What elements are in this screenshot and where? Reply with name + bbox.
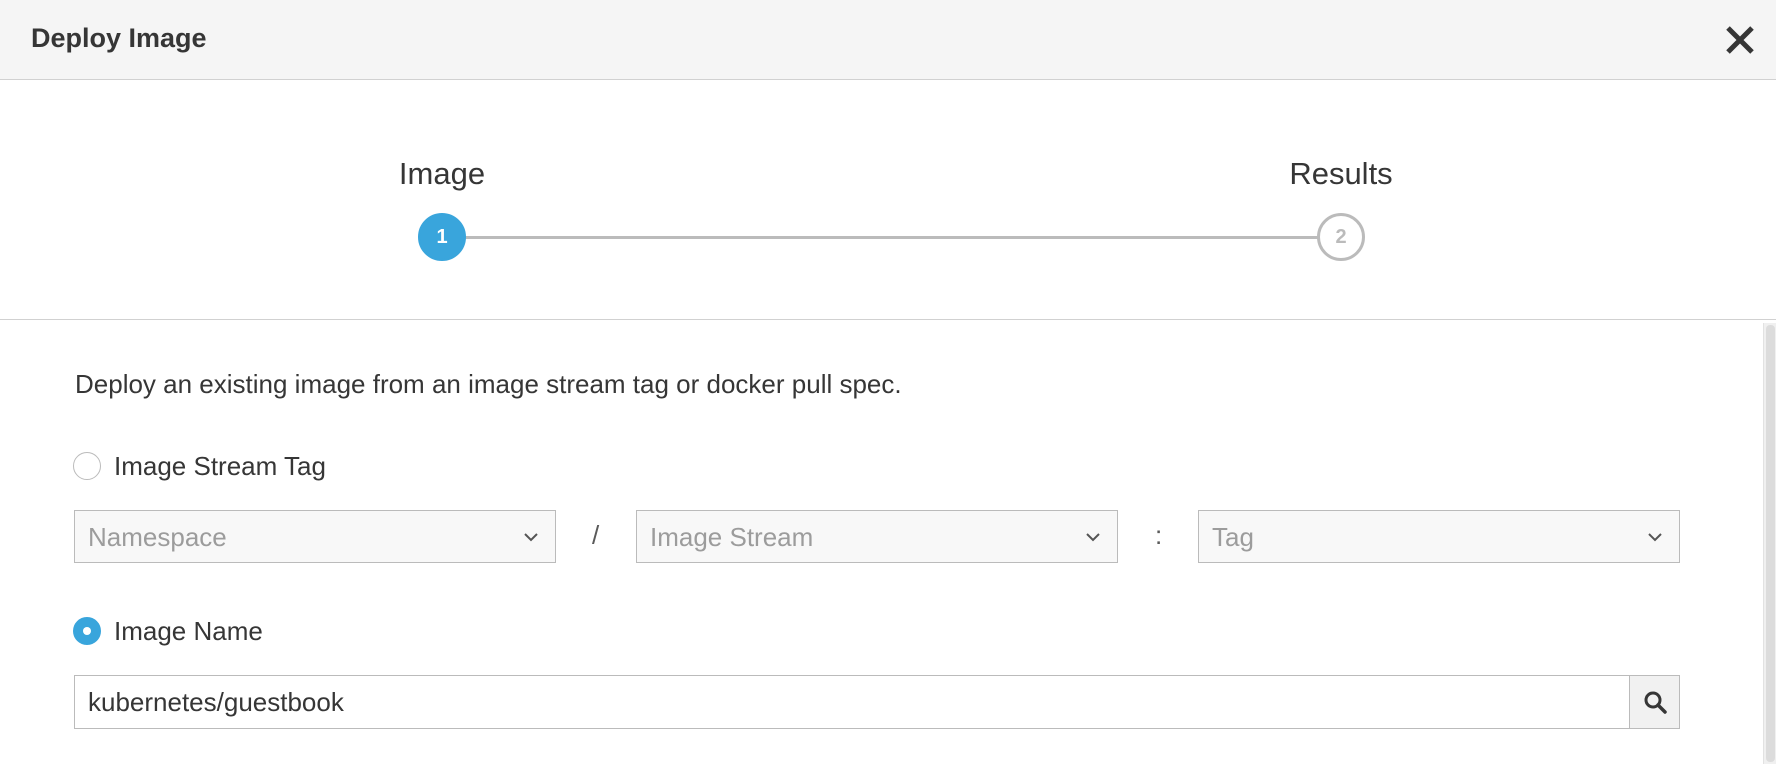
step-1-indicator[interactable]: 1: [418, 213, 466, 261]
step-connector: [442, 236, 1341, 239]
image-stream-tag-radio[interactable]: [73, 452, 101, 480]
image-name-radio[interactable]: [73, 617, 101, 645]
step-label-image[interactable]: Image: [399, 156, 485, 192]
dialog-title: Deploy Image: [31, 23, 207, 53]
search-button[interactable]: [1629, 675, 1680, 729]
namespace-select[interactable]: Namespace: [74, 510, 556, 563]
image-name-label[interactable]: Image Name: [114, 615, 263, 647]
image-stream-select[interactable]: Image Stream: [636, 510, 1118, 563]
chevron-down-icon: [524, 533, 538, 542]
image-stream-tag-label[interactable]: Image Stream Tag: [114, 450, 326, 482]
tag-select[interactable]: Tag: [1198, 510, 1680, 563]
tag-placeholder: Tag: [1212, 522, 1254, 552]
image-name-option[interactable]: Image Name: [73, 615, 263, 647]
chevron-down-icon: [1648, 533, 1662, 542]
image-stream-placeholder: Image Stream: [650, 522, 814, 552]
image-name-input[interactable]: [75, 676, 1631, 728]
intro-text: Deploy an existing image from an image s…: [75, 369, 902, 399]
scrollbar[interactable]: [1763, 323, 1776, 764]
close-button[interactable]: [1722, 22, 1758, 58]
slash-separator: /: [592, 520, 600, 550]
namespace-placeholder: Namespace: [88, 522, 227, 552]
image-name-field[interactable]: [74, 675, 1631, 729]
close-icon: [1726, 26, 1754, 54]
image-stream-tag-option[interactable]: Image Stream Tag: [73, 450, 326, 482]
dialog-header: Deploy Image: [0, 0, 1776, 80]
colon-separator: :: [1155, 520, 1163, 550]
chevron-down-icon: [1086, 533, 1100, 542]
dialog-body: Deploy an existing image from an image s…: [0, 321, 1776, 764]
step-2-indicator[interactable]: 2: [1317, 213, 1365, 261]
search-icon: [1644, 691, 1667, 714]
scrollbar-thumb[interactable]: [1766, 325, 1775, 762]
wizard-steps: Image Results 1 2: [0, 80, 1776, 320]
step-label-results[interactable]: Results: [1289, 156, 1392, 192]
deploy-image-dialog: Deploy Image Image Results 1 2 Deploy an…: [0, 0, 1776, 764]
